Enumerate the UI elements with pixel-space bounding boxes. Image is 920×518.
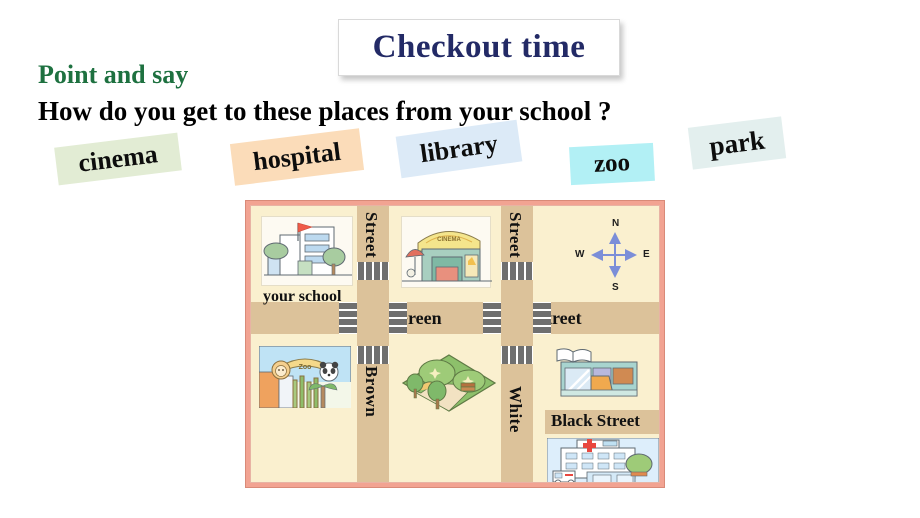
place-card-hospital[interactable]: [546, 437, 659, 482]
svg-text:CINEMA: CINEMA: [437, 237, 461, 243]
crosswalk-5: [339, 302, 357, 334]
crosswalk-6: [389, 302, 407, 334]
street-label-brown: Brown: [362, 366, 381, 418]
place-card-cinema[interactable]: CINEMA: [401, 216, 492, 288]
crosswalk-2: [501, 262, 533, 280]
street-label-vertical-top-left: Street: [362, 212, 381, 259]
compass-west-label: W: [575, 249, 585, 260]
place-card-zoo[interactable]: Zoo: [258, 345, 352, 409]
hospital-illustration: [546, 437, 659, 482]
crosswalk-3: [357, 346, 389, 364]
word-chip-hospital[interactable]: hospital: [229, 128, 365, 186]
zoo-illustration: Zoo: [258, 345, 352, 409]
place-card-school[interactable]: [261, 216, 353, 286]
crosswalk-8: [533, 302, 551, 334]
word-chip-park[interactable]: park: [687, 116, 787, 170]
park-illustration: [401, 354, 497, 412]
crosswalk-4: [501, 346, 533, 364]
crosswalk-1: [357, 262, 389, 280]
svg-text:Zoo: Zoo: [299, 364, 312, 371]
place-card-park[interactable]: [401, 349, 497, 419]
compass-east-label: E: [643, 249, 650, 260]
word-chip-library[interactable]: library: [395, 119, 523, 179]
place-card-library[interactable]: [551, 348, 645, 404]
map-frame: your school CINEMA N S E W Zoo Street St…: [245, 200, 665, 488]
cinema-illustration: CINEMA: [402, 231, 492, 282]
page-title: Checkout time: [372, 29, 586, 65]
compass-south-label: S: [612, 282, 619, 293]
word-chip-cinema[interactable]: cinema: [54, 132, 182, 186]
street-label-white: White: [506, 386, 525, 433]
compass-north-label: N: [612, 218, 620, 229]
compass-rose: N S E W: [573, 218, 657, 298]
school-illustration: [263, 222, 352, 276]
library-illustration: [556, 348, 638, 397]
crosswalk-7: [483, 302, 501, 334]
street-label-vertical-top-right: Street: [506, 212, 525, 259]
street-label-black-street: Black Street: [551, 411, 640, 430]
word-chip-zoo[interactable]: zoo: [569, 142, 655, 186]
section-heading: Point and say: [38, 60, 189, 89]
road-green-street: [251, 302, 659, 334]
title-box: Checkout time: [338, 19, 620, 76]
school-caption: your school: [263, 288, 342, 305]
map-canvas: your school CINEMA N S E W Zoo Street St…: [250, 205, 660, 483]
question-text: How do you get to these places from your…: [38, 96, 612, 126]
